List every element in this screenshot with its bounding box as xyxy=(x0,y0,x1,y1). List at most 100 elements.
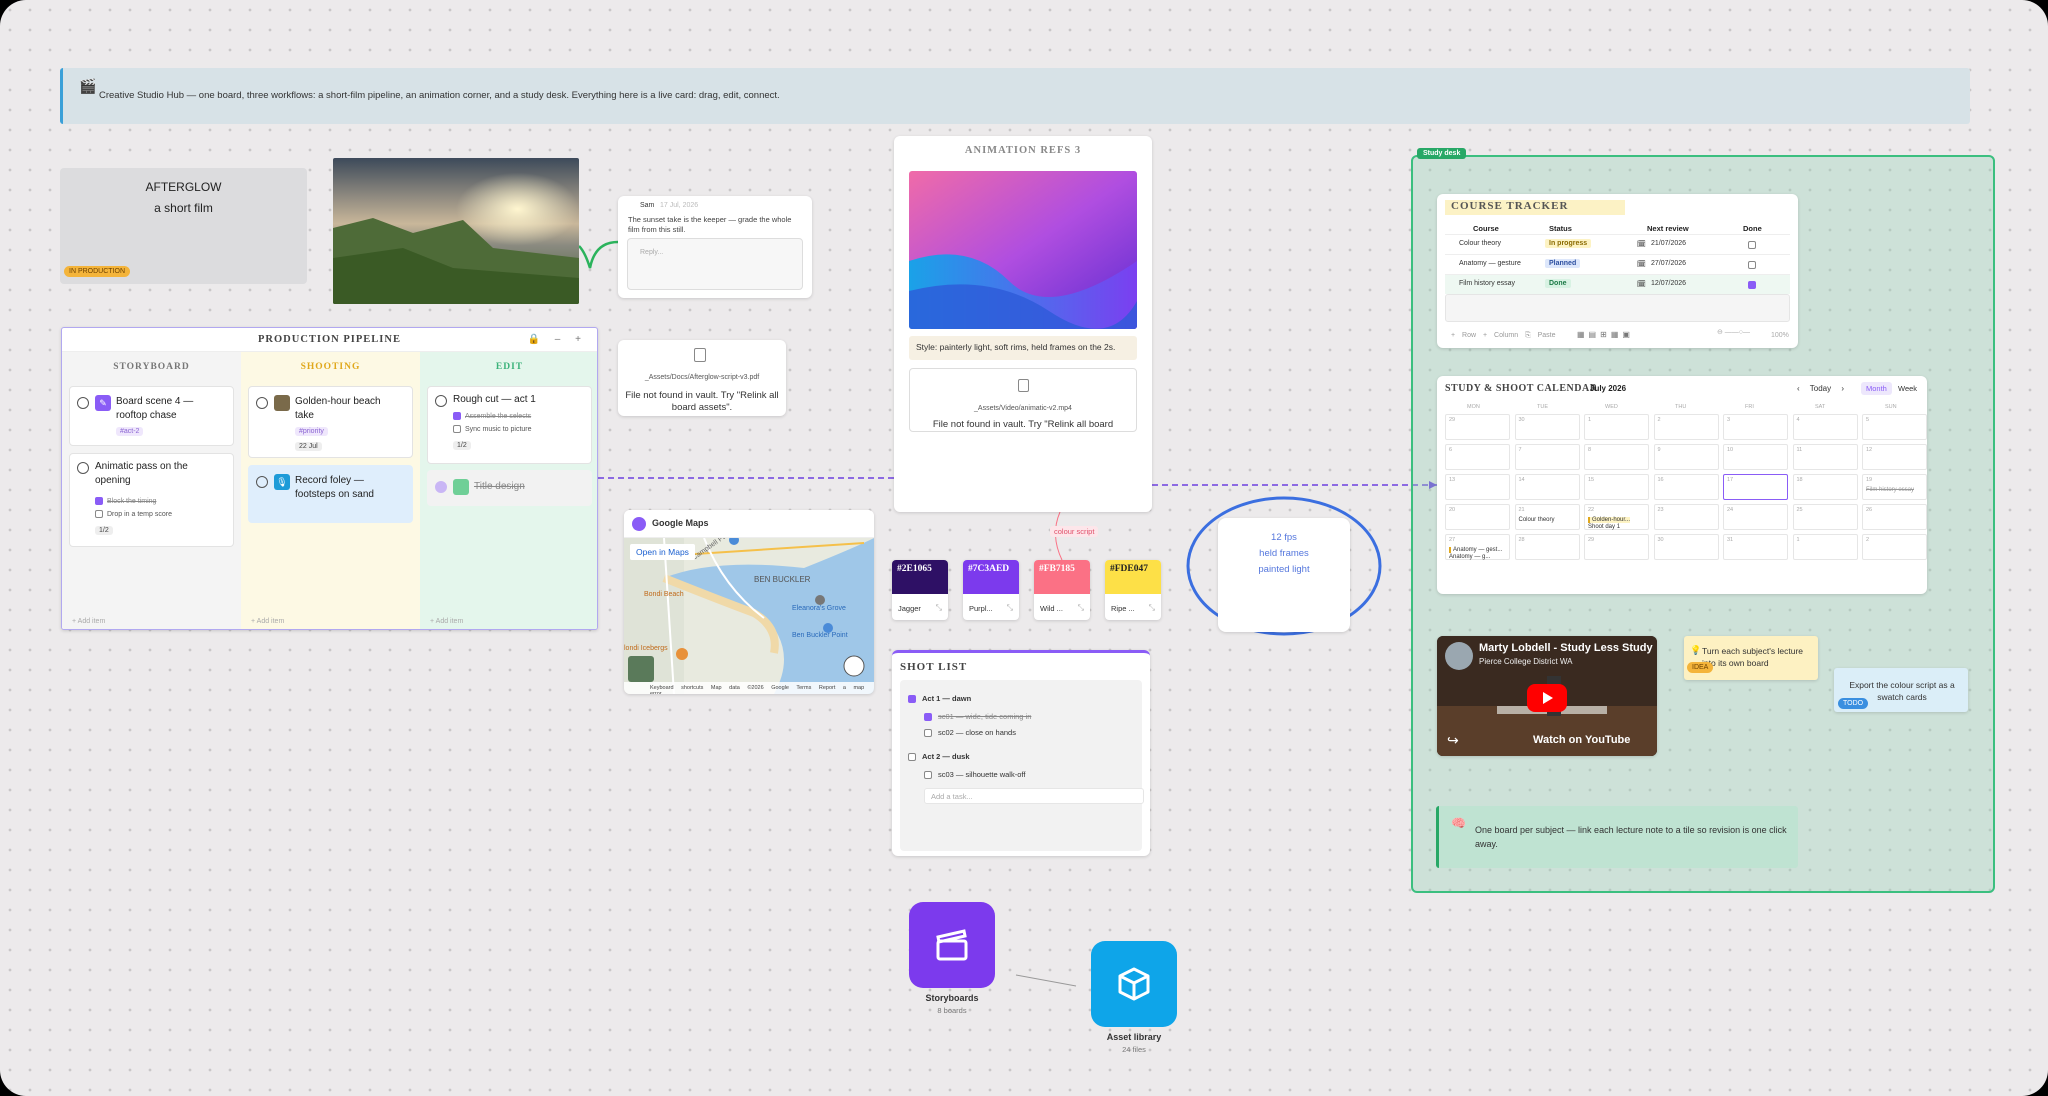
share-icon[interactable]: ↪ xyxy=(1447,732,1459,749)
status-badge[interactable]: In progress xyxy=(1545,239,1592,248)
add-item-button[interactable]: + Add item xyxy=(430,618,463,625)
task-card[interactable]: 🎙 Record foley — footsteps on sand xyxy=(248,465,413,523)
calendar-event[interactable]: Golden-hour... xyxy=(1588,517,1631,523)
calendar-day[interactable]: 5 xyxy=(1862,414,1927,440)
calendar-day[interactable]: 1 xyxy=(1792,534,1858,560)
calendar-day[interactable]: 28 xyxy=(1514,534,1580,560)
calendar-day[interactable]: 2 xyxy=(1653,414,1719,440)
map-footer[interactable]: Keyboard shortcuts Map data ©2026 Google… xyxy=(624,682,874,694)
color-swatch[interactable]: #FB7185 Wild ... ⤡ xyxy=(1034,560,1090,620)
animation-refs-card[interactable]: ANIMATION REFS 3 Style: painterly light,… xyxy=(894,136,1152,512)
view-toggle-icons[interactable]: ▦▤⊞▦▣ xyxy=(1577,330,1634,339)
video-title[interactable]: Marty Lobdell - Study Less Study xyxy=(1479,642,1653,654)
google-maps-card[interactable]: BEN BUCKLER Eleanora's Grove Ben Buckler… xyxy=(624,510,874,694)
empty-row[interactable] xyxy=(1445,294,1790,322)
calendar-day[interactable]: 9 xyxy=(1653,444,1719,470)
subtask[interactable]: Assemble the selects xyxy=(453,412,531,420)
calendar-day[interactable]: 29 xyxy=(1445,414,1510,440)
calendar-day[interactable]: 13 xyxy=(1445,474,1510,500)
table-row[interactable]: Colour theory In progress 🗓 21/07/2026 xyxy=(1445,234,1790,254)
whiteboard-canvas[interactable]: 🎬 Creative Studio Hub — one board, three… xyxy=(0,0,2048,1096)
calendar-day[interactable]: 15 xyxy=(1584,474,1649,500)
reply-input[interactable]: Reply... xyxy=(627,238,803,290)
status-badge[interactable]: Done xyxy=(1545,279,1571,288)
calendar-day[interactable]: 30 xyxy=(1514,414,1580,440)
calendar-day[interactable]: 14 xyxy=(1514,474,1580,500)
calendar-day[interactable]: 10 xyxy=(1723,444,1788,470)
calendar-day[interactable]: 29 xyxy=(1584,534,1649,560)
group-checkbox[interactable] xyxy=(908,694,916,703)
add-item-button[interactable]: + Add item xyxy=(72,618,105,625)
date-cell[interactable]: 12/07/2026 xyxy=(1651,280,1686,287)
calendar-day[interactable]: 3 xyxy=(1723,414,1788,440)
open-in-maps-link[interactable]: Open in Maps xyxy=(630,544,695,560)
calendar-day[interactable]: 19 Film history essay xyxy=(1862,474,1927,500)
calendar-day[interactable]: 1 xyxy=(1584,414,1649,440)
idea-card[interactable]: 💡 Turn each subject's lecture into its o… xyxy=(1684,636,1818,680)
calendar-nav[interactable]: ‹ Today › xyxy=(1797,384,1844,393)
map-view[interactable]: BEN BUCKLER Eleanora's Grove Ben Buckler… xyxy=(624,538,874,694)
shot-item[interactable]: sc02 — close on hands xyxy=(924,728,1016,737)
date-cell[interactable]: 27/07/2026 xyxy=(1651,260,1686,267)
calendar-day[interactable]: 12 xyxy=(1862,444,1927,470)
gradient-artwork[interactable] xyxy=(909,171,1137,329)
task-tag[interactable]: #act-2 xyxy=(116,427,144,436)
calendar-day[interactable]: 31 xyxy=(1723,534,1788,560)
calendar-day[interactable]: 22 Golden-hour... Shoot day 1 xyxy=(1584,504,1649,530)
calendar-day[interactable]: 17 xyxy=(1723,474,1788,500)
zoom-slider[interactable]: ⊖ ——○— xyxy=(1717,328,1767,338)
add-task-input[interactable]: Add a task... xyxy=(924,788,1144,804)
subtask[interactable]: Sync music to picture xyxy=(453,425,532,433)
calendar-day[interactable]: 4 xyxy=(1792,414,1858,440)
month-view-button[interactable]: Month xyxy=(1861,382,1892,395)
add-item-button[interactable]: + Add item xyxy=(251,618,284,625)
color-swatch[interactable]: #7C3AED Purpl... ⤡ xyxy=(963,560,1019,620)
date-cell[interactable]: 21/07/2026 xyxy=(1651,240,1686,247)
calendar-day[interactable]: 24 xyxy=(1723,504,1788,530)
task-checkbox[interactable] xyxy=(77,462,89,474)
subtask[interactable]: Block the timing xyxy=(95,497,156,505)
calendar-event[interactable]: Anatomy — g... xyxy=(1449,554,1490,560)
video-file-card[interactable]: _Assets/Video/animatic-v2.mp4 File not f… xyxy=(909,368,1137,432)
color-swatch[interactable]: #2E1065 Jagger ⤡ xyxy=(892,560,948,620)
done-checkbox[interactable] xyxy=(1748,261,1756,269)
task-checkbox[interactable] xyxy=(256,397,268,409)
status-badge[interactable]: Planned xyxy=(1545,259,1581,268)
done-checkbox[interactable] xyxy=(1748,241,1756,249)
table-row[interactable]: Film history essay Done 🗓 12/07/2026 xyxy=(1445,274,1790,294)
calendar-day[interactable]: 11 xyxy=(1792,444,1858,470)
task-card[interactable]: ✎ Board scene 4 — rooftop chase #act-2 xyxy=(69,386,234,446)
week-view-button[interactable]: Week xyxy=(1893,382,1922,395)
subtask-checkbox[interactable] xyxy=(95,497,103,505)
shot-checkbox[interactable] xyxy=(924,728,932,737)
subtask-checkbox[interactable] xyxy=(453,412,461,420)
task-card[interactable]: Golden-hour beach take #priority 22 Jul xyxy=(248,386,413,458)
calendar-day[interactable]: 26 xyxy=(1862,504,1927,530)
study-callout[interactable]: 🧠 One board per subject — link each lect… xyxy=(1436,806,1798,868)
calendar-day[interactable]: 16 xyxy=(1653,474,1719,500)
calendar-card[interactable]: STUDY & SHOOT CALENDAR July 2026 ‹ Today… xyxy=(1437,376,1927,594)
subtask[interactable]: Drop in a temp score xyxy=(95,510,172,518)
subtask-checkbox[interactable] xyxy=(453,425,461,433)
shot-item[interactable]: sc03 — silhouette walk-off xyxy=(924,770,1025,779)
calendar-day[interactable]: 30 xyxy=(1653,534,1719,560)
youtube-embed[interactable]: Marty Lobdell - Study Less Study Pierce … xyxy=(1437,636,1657,756)
todo-card[interactable]: Export the colour script as a swatch car… xyxy=(1834,668,1968,712)
table-toolbar[interactable]: + Row + Column ⎘ Paste xyxy=(1451,332,1556,340)
calendar-day[interactable]: 2 xyxy=(1862,534,1927,560)
task-checkbox[interactable] xyxy=(256,476,268,488)
pipeline-controls[interactable]: 🔒 – + xyxy=(528,334,587,345)
connector-label[interactable]: colour script xyxy=(1050,526,1099,537)
task-tag[interactable]: #priority xyxy=(295,427,328,436)
calendar-day[interactable]: 6 xyxy=(1445,444,1510,470)
play-button[interactable] xyxy=(1527,684,1567,712)
watch-on-youtube[interactable]: Watch on YouTube xyxy=(1533,734,1630,746)
color-swatch[interactable]: #FDE047 Ripe ... ⤡ xyxy=(1105,560,1161,620)
calendar-day[interactable]: 7 xyxy=(1514,444,1580,470)
sticky-note[interactable]: 12 fps held frames painted light xyxy=(1218,518,1350,632)
calendar-day[interactable]: 20 xyxy=(1445,504,1510,530)
expand-icon[interactable]: ⤡ xyxy=(1078,603,1084,613)
shot-group[interactable]: Act 1 — dawn xyxy=(908,694,971,703)
calendar-day[interactable]: 18 xyxy=(1792,474,1858,500)
task-card[interactable]: Animatic pass on the opening Block the t… xyxy=(69,453,234,547)
